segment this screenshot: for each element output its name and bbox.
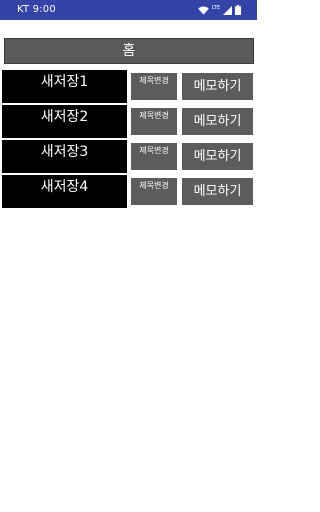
signal-icon [223, 5, 232, 15]
list-item: 새저장1 제목변경 메모하기 [0, 70, 257, 104]
rename-button[interactable]: 제목변경 [131, 178, 177, 205]
memo-button[interactable]: 메모하기 [182, 108, 253, 135]
memo-title: 새저장4 [2, 175, 127, 208]
list-item: 새저장3 제목변경 메모하기 [0, 140, 257, 174]
memo-button[interactable]: 메모하기 [182, 143, 253, 170]
memo-title: 새저장2 [2, 105, 127, 138]
wifi-icon [197, 5, 209, 15]
list-item: 새저장4 제목변경 메모하기 [0, 175, 257, 209]
memo-title: 새저장3 [2, 140, 127, 173]
rename-button[interactable]: 제목변경 [131, 143, 177, 170]
status-bar: KT 9:00 LTE [0, 0, 257, 20]
list-item: 새저장2 제목변경 메모하기 [0, 105, 257, 139]
memo-button[interactable]: 메모하기 [182, 73, 253, 100]
home-button[interactable]: 홈 [4, 38, 254, 64]
rename-button[interactable]: 제목변경 [131, 108, 177, 135]
status-carrier-time: KT 9:00 [17, 4, 56, 15]
rename-button[interactable]: 제목변경 [131, 73, 177, 100]
status-icons: LTE [197, 4, 241, 16]
memo-title: 새저장1 [2, 70, 127, 103]
lte-icon: LTE [211, 5, 220, 11]
memo-button[interactable]: 메모하기 [182, 178, 253, 205]
app-screen: KT 9:00 LTE 홈 새저장1 제목변경 메모하기 새저장2 제목변경 메… [0, 0, 257, 512]
battery-icon [235, 5, 241, 15]
